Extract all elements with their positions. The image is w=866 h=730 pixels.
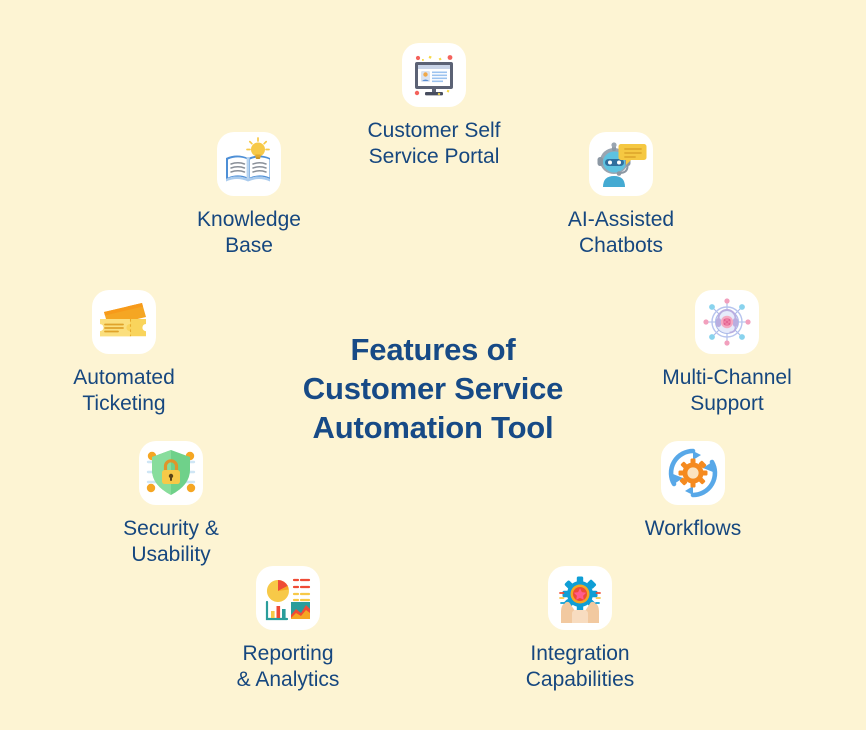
feature-icon-tile — [92, 290, 156, 354]
feature-label: Workflows — [644, 517, 742, 540]
network-headset-hub-icon — [703, 298, 751, 346]
feature-icon-tile — [139, 441, 203, 505]
feature-ai-assisted-chatbots[interactable]: AI-Assisted Chatbots — [568, 132, 674, 257]
infographic-canvas: Features of Customer Service Automation … — [0, 0, 866, 730]
feature-icon-tile — [548, 566, 612, 630]
feature-icon-tile — [256, 566, 320, 630]
feature-label: Multi-Channel Support — [662, 366, 792, 415]
feature-multi-channel-support[interactable]: Multi-Channel Support — [662, 290, 792, 415]
feature-label: Reporting & Analytics — [236, 642, 340, 691]
feature-security-usability[interactable]: Security & Usability — [123, 441, 219, 566]
feature-integration-capabilities[interactable]: Integration Capabilities — [526, 566, 634, 691]
feature-label: AI-Assisted Chatbots — [567, 208, 675, 257]
monitor-user-portal-icon — [414, 55, 453, 96]
feature-icon-tile — [217, 132, 281, 196]
feature-icon-tile — [695, 290, 759, 354]
feature-knowledge-base[interactable]: Knowledge Base — [197, 132, 301, 257]
feature-icon-tile — [661, 441, 725, 505]
feature-reporting-analytics[interactable]: Reporting & Analytics — [237, 566, 339, 691]
feature-label: Customer Self Service Portal — [367, 119, 501, 168]
gear-refresh-arrows-icon — [668, 448, 718, 498]
feature-customer-self-service-portal[interactable]: Customer Self Service Portal — [367, 43, 501, 168]
feature-workflows[interactable]: Workflows — [645, 441, 741, 540]
charts-analytics-icon — [265, 578, 311, 621]
feature-label: Knowledge Base — [197, 208, 301, 257]
feature-label: Security & Usability — [123, 517, 219, 566]
hands-gear-star-icon — [559, 576, 601, 623]
feature-label: Automated Ticketing — [73, 366, 175, 415]
shield-padlock-icon — [146, 450, 196, 495]
feature-label: Integration Capabilities — [525, 642, 635, 691]
feature-icon-tile — [402, 43, 466, 107]
open-book-lightbulb-icon — [226, 137, 270, 182]
feature-icon-tile — [589, 132, 653, 196]
chatbot-robot-icon — [597, 142, 647, 187]
page-title: Features of Customer Service Automation … — [302, 332, 564, 445]
tickets-icon — [100, 303, 146, 337]
feature-automated-ticketing[interactable]: Automated Ticketing — [73, 290, 175, 415]
